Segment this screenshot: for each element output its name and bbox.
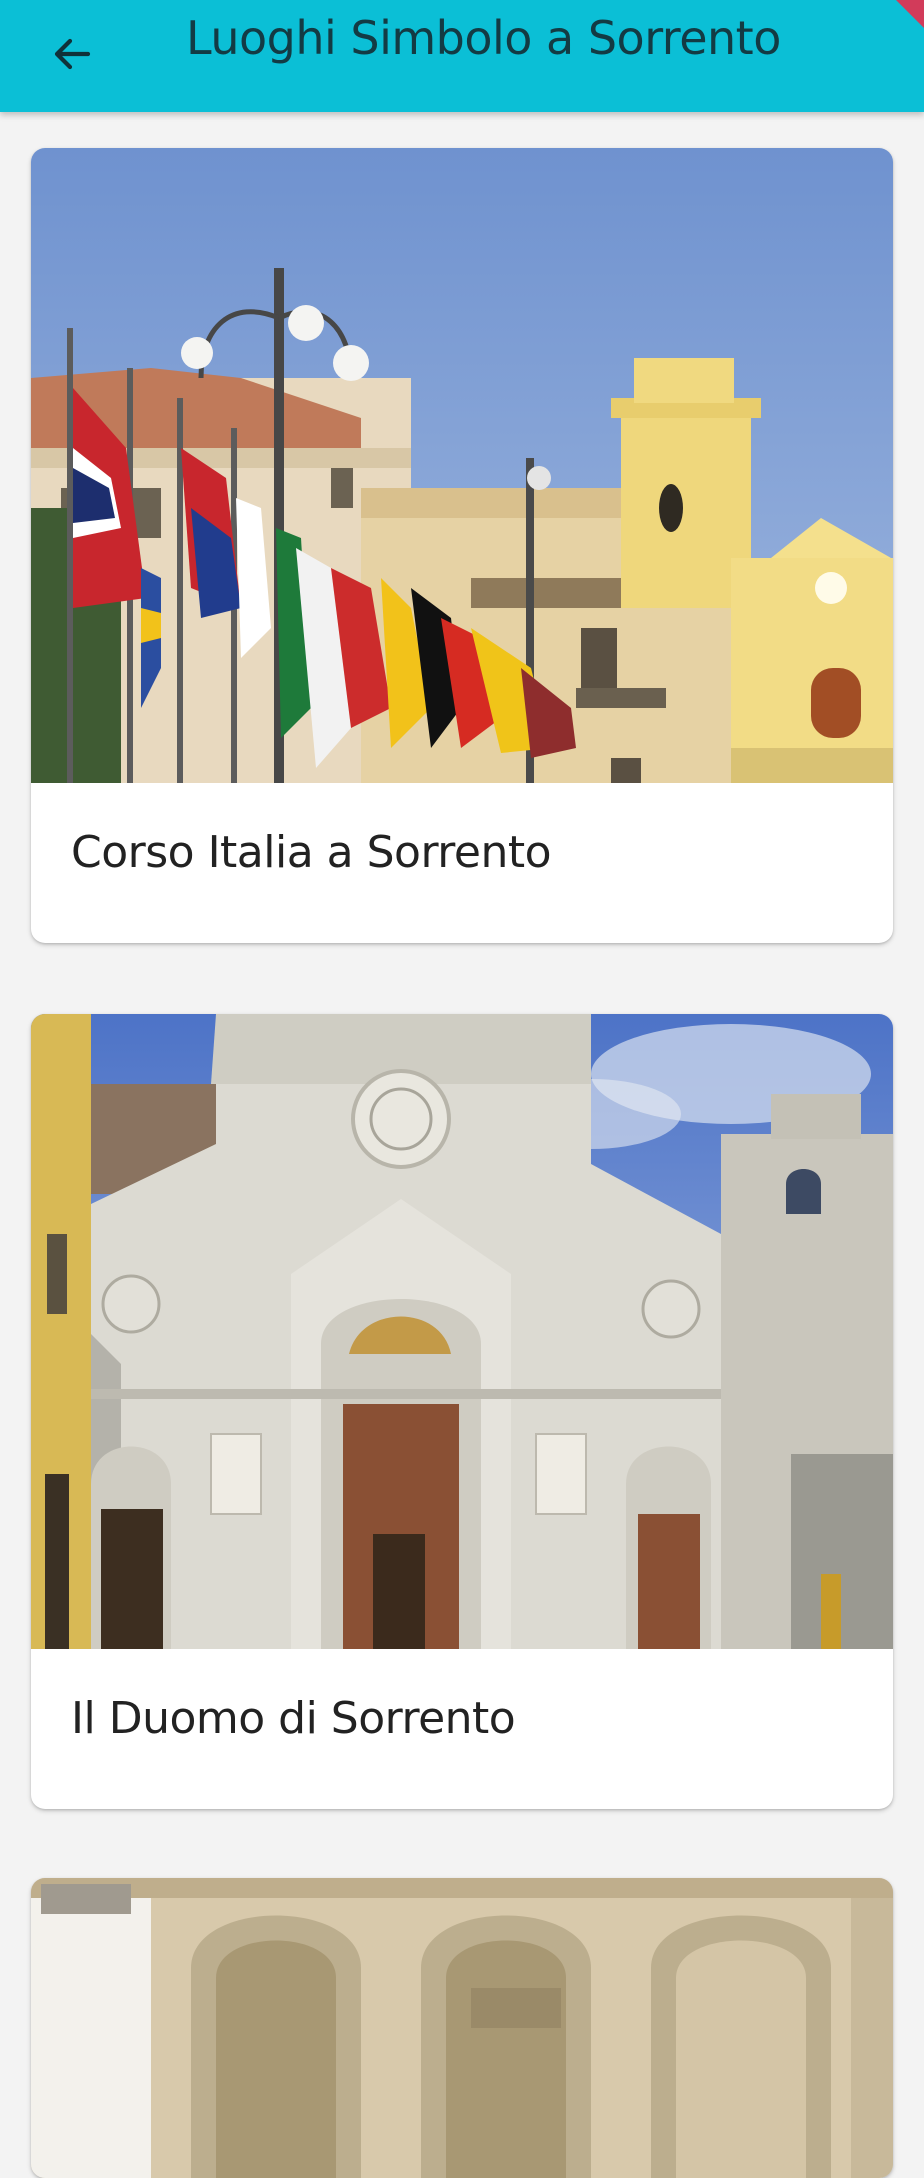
place-card-corso-italia[interactable]: Corso Italia a Sorrento: [31, 148, 893, 943]
app-bar: Luoghi Simbolo a Sorrento: [0, 0, 924, 112]
place-card-duomo[interactable]: Il Duomo di Sorrento: [31, 1014, 893, 1809]
card-image-corso-italia: [31, 148, 893, 783]
back-button[interactable]: [36, 20, 108, 92]
debug-banner-corner: [896, 0, 924, 28]
card-image-duomo: [31, 1014, 893, 1649]
card-image-partial: [31, 1878, 893, 2178]
card-label: Il Duomo di Sorrento: [71, 1693, 516, 1744]
place-card-partial[interactable]: [31, 1878, 893, 2178]
page-title: Luoghi Simbolo a Sorrento: [186, 11, 781, 65]
card-label: Corso Italia a Sorrento: [71, 827, 552, 878]
arrow-left-icon: [48, 30, 96, 82]
